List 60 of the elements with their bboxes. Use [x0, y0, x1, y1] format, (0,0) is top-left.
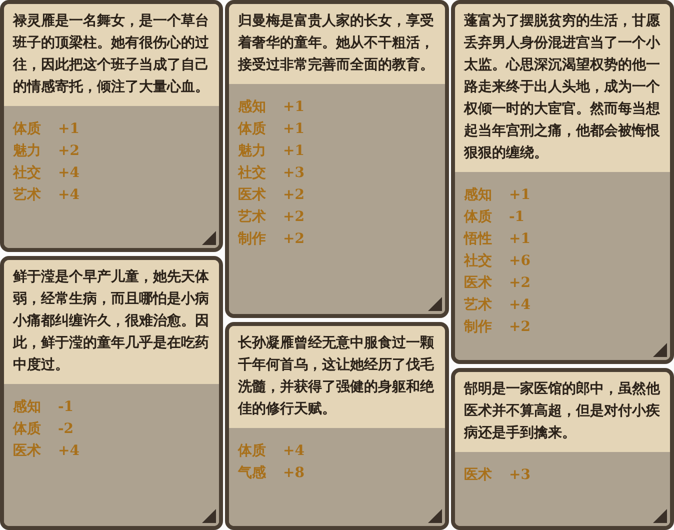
- stat-name: 社交: [13, 164, 42, 183]
- stat-value: +6: [509, 252, 530, 271]
- stat-name: 制作: [464, 318, 493, 337]
- stat-name: 气感: [238, 464, 267, 483]
- stat-value: -2: [58, 420, 74, 439]
- stat-name: 艺术: [464, 296, 493, 315]
- stat-value: +2: [283, 208, 304, 227]
- stat-value: +3: [283, 164, 304, 183]
- stat-value: +2: [283, 230, 304, 249]
- stat-name: 医术: [238, 186, 267, 205]
- stat-value: +3: [509, 466, 530, 485]
- stat-value: +8: [283, 464, 304, 483]
- stat-name: 医术: [13, 442, 42, 461]
- stat-name: 体质: [13, 420, 42, 439]
- stat-name: 社交: [238, 164, 267, 183]
- stat-value: +4: [283, 442, 304, 461]
- stat-value: +2: [58, 142, 80, 161]
- stat-name: 悟性: [464, 230, 493, 249]
- stat-value: +1: [283, 142, 304, 161]
- stat-name: 感知: [238, 98, 267, 117]
- stat-value: +4: [58, 442, 80, 461]
- stat-name: 感知: [464, 186, 493, 205]
- trait-description: 蓬富为了摆脱贫穷的生活，甘愿丢弃男人身份混进宫当了一个小太监。心思深沉渴望权势的他一路走来终于出人头地，成为一个权倾一时的大宦官。然而每当想起当年宫刑之痛，他都会被悔恨狠狠的缠绕。: [455, 4, 670, 172]
- stat-value: +1: [509, 186, 530, 205]
- stat-value: +1: [509, 230, 530, 249]
- corner-icon: [428, 509, 442, 523]
- stat-name: 体质: [238, 442, 267, 461]
- stat-value: +4: [509, 296, 530, 315]
- stat-value: -1: [58, 398, 74, 417]
- stat-name: 感知: [13, 398, 42, 417]
- corner-icon: [202, 231, 216, 245]
- stat-name: 体质: [464, 208, 493, 227]
- corner-icon: [428, 297, 442, 311]
- stat-value: +2: [509, 274, 530, 293]
- stat-name: 魅力: [13, 142, 42, 161]
- stat-value: +1: [58, 120, 80, 139]
- stat-value: +4: [58, 186, 80, 205]
- stat-name: 社交: [464, 252, 493, 271]
- trait-description: 郜明是一家医馆的郎中，虽然他医术并不算高超，但是对付小疾病还是手到擒来。: [455, 372, 670, 452]
- stat-name: 医术: [464, 274, 493, 293]
- stat-name: 制作: [238, 230, 267, 249]
- stat-value: +2: [283, 186, 304, 205]
- stat-value: +1: [283, 98, 304, 117]
- stat-name: 魅力: [238, 142, 267, 161]
- stat-name: 体质: [13, 120, 42, 139]
- stat-value: +2: [509, 318, 530, 337]
- stat-value: -1: [509, 208, 525, 227]
- trait-description: 禄灵雁是一名舞女，是一个草台班子的顶梁柱。她有很伤心的过往，因此把这个班子当成了自己的情感寄托，倾注了大量心血。: [4, 4, 219, 106]
- corner-icon: [653, 343, 667, 357]
- trait-description: 长孙凝雁曾经无意中服食过一颗千年何首乌，这让她经历了伐毛洗髓，并获得了强健的身躯和绝佳的修行天赋。: [229, 326, 445, 428]
- stat-name: 医术: [464, 466, 493, 485]
- corner-icon: [202, 509, 216, 523]
- stat-value: +4: [58, 164, 80, 183]
- stat-name: 艺术: [238, 208, 267, 227]
- trait-description: 鲜于滢是个早产儿童，她先天体弱，经常生病，而且哪怕是小病小痛都纠缠许久，很难治愈。因此，鲜于滢的童年几乎是在吃药中度过。: [4, 260, 219, 384]
- stat-value: +1: [283, 120, 304, 139]
- corner-icon: [653, 509, 667, 523]
- trait-description: 归曼梅是富贵人家的长女，享受着奢华的童年。她从不干粗活，接受过非常完善而全面的教育。: [229, 4, 445, 84]
- stat-name: 艺术: [13, 186, 42, 205]
- stat-name: 体质: [238, 120, 267, 139]
